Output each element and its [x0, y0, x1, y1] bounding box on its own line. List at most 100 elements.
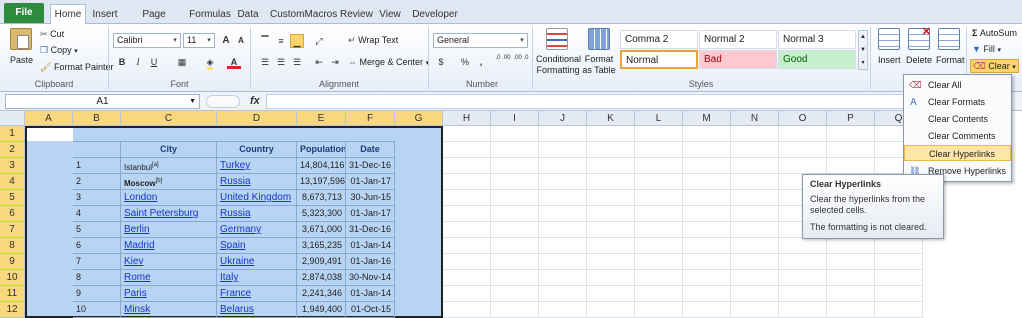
cell[interactable] [491, 302, 539, 318]
table-cell-country[interactable]: Turkey [217, 158, 297, 174]
cell[interactable] [587, 238, 635, 254]
table-cell-city[interactable]: Saint Petersburg [121, 206, 217, 222]
table-cell-population[interactable]: 1,949,400 [297, 302, 346, 318]
cell[interactable] [635, 174, 683, 190]
column-header-h[interactable]: H [443, 111, 491, 126]
font-name-combo[interactable]: Calibri ▾ [113, 33, 181, 48]
menu-item-clear-contents[interactable]: Clear Contents [904, 111, 1011, 127]
italic-button[interactable]: I [131, 55, 145, 69]
autosum-button[interactable]: Σ AutoSum [972, 28, 1017, 38]
orientation-button[interactable]: ⤢ [312, 34, 326, 48]
city-text[interactable]: Saint Petersburg [124, 208, 199, 219]
column-header-c[interactable]: C [121, 111, 217, 126]
tab-data[interactable]: Data [236, 5, 260, 24]
column-header-g[interactable]: G [395, 111, 443, 126]
table-cell-date[interactable]: 01-Jan-17 [346, 206, 395, 222]
cell[interactable] [491, 158, 539, 174]
percent-button[interactable]: % [458, 55, 472, 69]
cell[interactable] [491, 270, 539, 286]
cell[interactable] [683, 222, 731, 238]
tab-review[interactable]: Review [340, 5, 373, 24]
cell[interactable] [827, 142, 875, 158]
tab-developer[interactable]: Developer [412, 5, 458, 24]
cell[interactable] [635, 302, 683, 318]
country-link[interactable]: Turkey [220, 160, 250, 171]
cell[interactable] [731, 158, 779, 174]
style-comma-2[interactable]: Comma 2 [620, 30, 698, 49]
tab-custommacros[interactable]: CustomMacros [270, 5, 337, 24]
table-cell-date[interactable]: 31-Dec-16 [346, 158, 395, 174]
align-left-button[interactable]: ☰ [258, 55, 272, 69]
table-cell-population[interactable]: 5,323,300 [297, 206, 346, 222]
table-cell-index[interactable]: 10 [73, 302, 121, 318]
table-cell-index[interactable]: 1 [73, 158, 121, 174]
wrap-text-button[interactable]: ↵ Wrap Text [348, 35, 398, 46]
cell[interactable] [779, 158, 827, 174]
cell[interactable] [443, 174, 491, 190]
column-header-b[interactable]: B [73, 111, 121, 126]
table-cell-city[interactable]: Moscow[b] [121, 174, 217, 190]
cell[interactable] [635, 158, 683, 174]
name-box-handle[interactable] [206, 95, 240, 108]
cell[interactable] [779, 270, 827, 286]
cell[interactable] [875, 238, 923, 254]
cell[interactable] [779, 254, 827, 270]
cell[interactable] [731, 302, 779, 318]
cell[interactable] [635, 190, 683, 206]
cell[interactable] [827, 270, 875, 286]
cell[interactable] [875, 286, 923, 302]
cell[interactable] [587, 126, 635, 142]
cell[interactable] [779, 142, 827, 158]
tab-file[interactable]: File [4, 3, 44, 23]
cell[interactable] [443, 270, 491, 286]
cell[interactable] [731, 270, 779, 286]
table-cell-country[interactable]: Russia [217, 174, 297, 190]
borders-button[interactable]: ▦ [175, 55, 189, 69]
city-text[interactable]: Paris [124, 288, 147, 299]
table-cell-date[interactable]: 01-Jan-14 [346, 238, 395, 254]
cell[interactable] [491, 254, 539, 270]
table-cell-population[interactable]: 2,874,038 [297, 270, 346, 286]
cell[interactable] [731, 190, 779, 206]
cell[interactable] [635, 142, 683, 158]
cell[interactable] [587, 174, 635, 190]
country-link[interactable]: Belarus [220, 304, 254, 315]
country-link[interactable]: Ukraine [220, 256, 254, 267]
table-cell-city[interactable]: Madrid [121, 238, 217, 254]
column-header-o[interactable]: O [779, 111, 827, 126]
style-normal-2[interactable]: Normal 2 [699, 30, 777, 49]
country-link[interactable]: Germany [220, 224, 261, 235]
cell[interactable] [491, 222, 539, 238]
cell[interactable] [731, 206, 779, 222]
city-text[interactable]: London [124, 192, 157, 203]
cell[interactable] [683, 126, 731, 142]
table-cell-city[interactable]: Minsk [121, 302, 217, 318]
country-link[interactable]: Russia [220, 208, 251, 219]
cell[interactable] [827, 286, 875, 302]
grow-font-button[interactable]: A [219, 34, 233, 48]
table-cell-index[interactable]: 6 [73, 238, 121, 254]
city-text[interactable]: Berlin [124, 224, 150, 235]
tab-view[interactable]: View [378, 5, 402, 24]
country-link[interactable]: United Kingdom [220, 192, 291, 203]
column-header-l[interactable]: L [635, 111, 683, 126]
table-cell-population[interactable]: 8,673,713 [297, 190, 346, 206]
row-header-8[interactable]: 8 [0, 238, 25, 254]
table-cell-population[interactable]: 2,909,491 [297, 254, 346, 270]
column-header-n[interactable]: N [731, 111, 779, 126]
city-text[interactable]: Kiev [124, 256, 143, 267]
table-cell-country[interactable]: Belarus [217, 302, 297, 318]
table-cell-date[interactable]: 01-Jan-14 [346, 286, 395, 302]
merge-center-button[interactable]: ⇔ Merge & Center ▾ [348, 57, 429, 67]
table-cell-index[interactable]: 8 [73, 270, 121, 286]
cell[interactable] [731, 286, 779, 302]
table-cell-date[interactable]: 01-Jan-17 [346, 174, 395, 190]
cell[interactable] [683, 206, 731, 222]
cell[interactable] [443, 238, 491, 254]
cell[interactable] [443, 206, 491, 222]
table-cell-city[interactable]: Paris [121, 286, 217, 302]
city-text[interactable]: Minsk [124, 304, 150, 315]
row-header-9[interactable]: 9 [0, 254, 25, 270]
cell[interactable] [731, 222, 779, 238]
cell[interactable] [539, 270, 587, 286]
